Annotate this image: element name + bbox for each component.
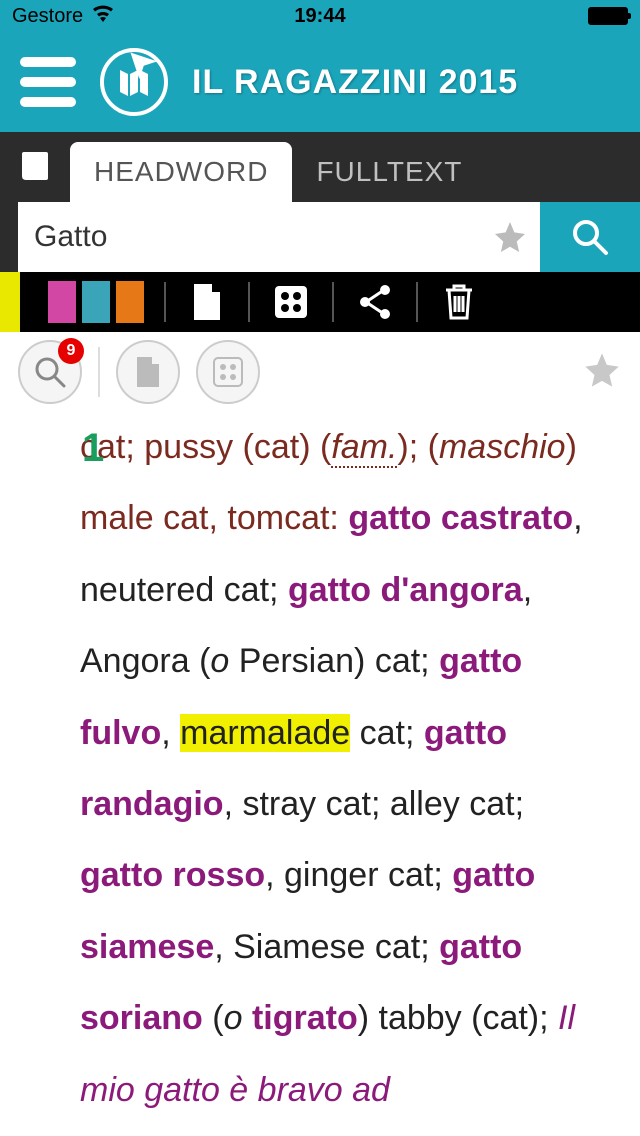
trash-icon[interactable]	[438, 281, 480, 323]
document-button[interactable]	[116, 340, 180, 404]
sense-number: 1	[82, 406, 104, 490]
term-gatto-castrato: gatto castrato	[348, 499, 573, 537]
app-header: IL RAGAZZINI 2015	[0, 32, 640, 132]
tabs: HEADWORD FULLTEXT	[0, 132, 640, 202]
carrier-label: Gestore	[12, 5, 83, 28]
book-icon[interactable]	[0, 132, 70, 202]
swatch-teal[interactable]	[82, 281, 110, 323]
search-row	[0, 202, 640, 272]
toolbar	[0, 272, 640, 332]
def-text: cat; pussy (cat) (	[80, 428, 331, 466]
grid-icon[interactable]	[270, 281, 312, 323]
highlighted-marmalade: marmalade	[180, 714, 350, 752]
search-input[interactable]	[18, 202, 480, 272]
tab-fulltext[interactable]: FULLTEXT	[292, 142, 486, 202]
grid-button[interactable]	[196, 340, 260, 404]
search-history-button[interactable]: 9	[18, 340, 82, 404]
share-icon[interactable]	[354, 281, 396, 323]
app-title: IL RAGAZZINI 2015	[192, 63, 518, 102]
document-icon[interactable]	[186, 281, 228, 323]
status-bar: Gestore 19:44	[0, 0, 640, 32]
sub-toolbar: 9	[0, 332, 640, 412]
term-gatto-dangora: gatto d'angora	[288, 571, 523, 609]
yellow-marker	[0, 272, 20, 332]
fam-label: fam.	[331, 428, 397, 468]
battery-icon	[588, 7, 628, 25]
wifi-icon	[91, 4, 115, 28]
tab-headword[interactable]: HEADWORD	[70, 142, 292, 202]
term-gatto-rosso: gatto rosso	[80, 856, 265, 894]
search-button[interactable]	[540, 202, 640, 272]
maschio-label: maschio	[439, 428, 566, 466]
badge: 9	[58, 338, 84, 364]
swatch-pink[interactable]	[48, 281, 76, 323]
logo-icon[interactable]	[100, 48, 168, 116]
menu-button[interactable]	[20, 57, 76, 107]
favorite-in-search-icon[interactable]	[480, 202, 540, 272]
clock: 19:44	[294, 5, 345, 28]
entry-content: 1 cat; pussy (cat) (fam.); (maschio) mal…	[0, 412, 640, 1126]
favorite-icon[interactable]	[582, 350, 622, 395]
swatch-orange[interactable]	[116, 281, 144, 323]
color-swatches[interactable]	[48, 281, 144, 323]
